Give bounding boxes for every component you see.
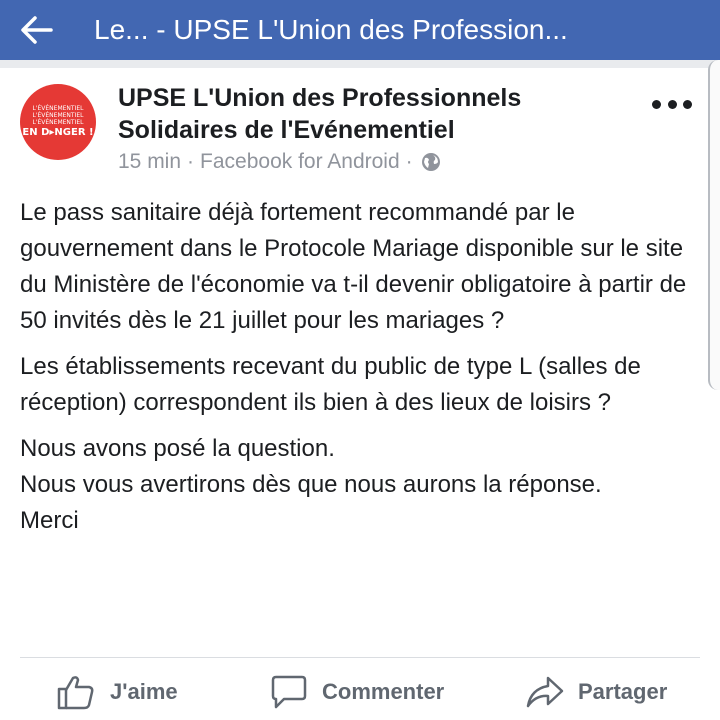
post-header: L'ÉVÉNEMENTIEL L'ÉVÉNEMENTIEL L'ÉVÉNEMEN… [20,80,710,190]
like-label: J'aime [110,679,178,704]
post-time[interactable]: 15 min [118,150,181,174]
comment-bubble-icon [271,675,307,709]
back-button[interactable] [6,0,66,60]
post-line: Nous vous avertirons dès que nous aurons… [20,471,602,498]
more-dot [652,99,661,109]
comment-label: Commenter [322,679,445,704]
post-actions: J'aime Commenter Partager [0,660,720,720]
post-source: Facebook for Android [200,150,400,173]
thumbs-up-icon [57,676,94,710]
post-meta: 15 min · Facebook for Android · [118,150,441,174]
app-bar-title: Le... - UPSE L'Union des Profession... [94,14,568,45]
avatar-text-line: L'ÉVÉNEMENTIEL [32,105,84,112]
share-arrow-icon [526,676,564,708]
meta-separator: · [405,150,413,173]
page-avatar[interactable]: L'ÉVÉNEMENTIEL L'ÉVÉNEMENTIEL L'ÉVÉNEMEN… [20,84,96,160]
avatar-text-line: L'ÉVÉNEMENTIEL [32,112,84,119]
scroll-indicator[interactable] [708,60,720,390]
arrow-left-icon [21,16,53,44]
share-label: Partager [578,679,668,704]
more-dot [667,99,677,109]
avatar-text-big: EN D▸NGER ! [22,127,94,138]
post-paragraph: Les établissements recevant du public de… [20,353,641,416]
comment-button[interactable]: Commenter [270,674,444,710]
share-button[interactable]: Partager [526,674,667,710]
post-line: Merci [20,507,79,534]
globe-icon [421,152,441,172]
feed-separator [0,60,720,68]
app-bar: Le... - UPSE L'Union des Profession... [0,0,720,60]
more-dot [683,99,692,109]
post-line: Nous avons posé la question. [20,435,335,462]
avatar-text-line: L'ÉVÉNEMENTIEL [32,119,84,126]
post-body: Le pass sanitaire déjà fortement recomma… [20,195,705,539]
post-closing: Nous avons posé la question. Nous vous a… [20,431,705,539]
post-paragraph: Le pass sanitaire déjà fortement recomma… [20,199,687,334]
more-options-button[interactable] [652,94,692,114]
actions-divider [20,657,700,658]
meta-separator: · [187,150,195,173]
like-button[interactable]: J'aime [56,674,178,710]
page-name-link[interactable]: UPSE L'Union des Professionnels Solidair… [118,82,618,146]
